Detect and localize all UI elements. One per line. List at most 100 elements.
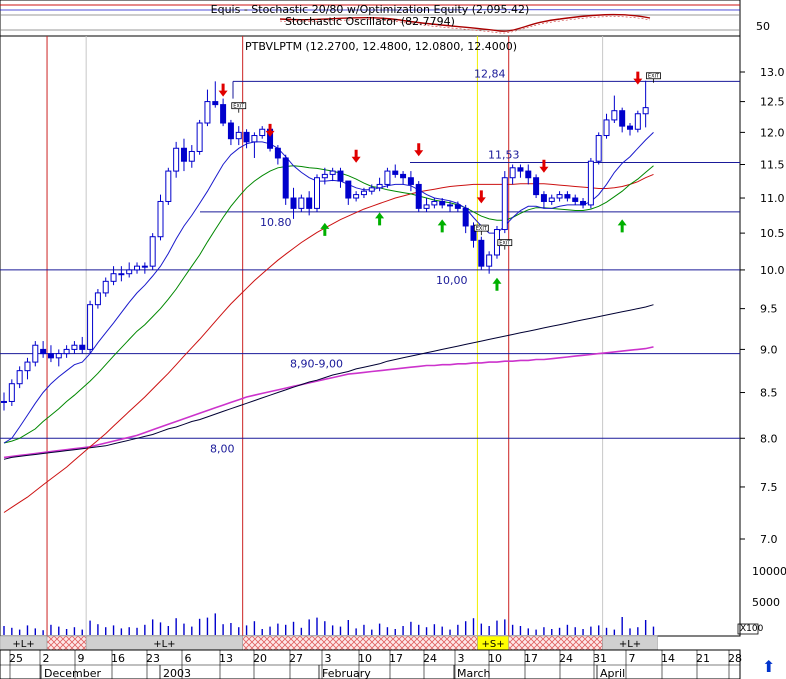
sell-arrow-shape (265, 123, 275, 137)
candle-body (110, 273, 117, 282)
candle-54 (423, 198, 430, 212)
candle-body (345, 180, 352, 199)
candle-27 (212, 81, 219, 108)
candle-24 (188, 145, 195, 168)
candle-body (47, 353, 54, 359)
sell-arrow-icon-0 (218, 83, 228, 97)
candle-body (173, 147, 180, 172)
candle-50 (392, 164, 399, 178)
candle-body (204, 101, 211, 124)
candle-body (282, 157, 289, 199)
candle-body (134, 265, 141, 271)
band-label: +L+ (153, 639, 175, 650)
band-1 (46, 635, 87, 651)
candle-48 (376, 177, 383, 192)
candle-12 (94, 289, 101, 309)
candle-20 (157, 194, 164, 241)
buy-arrow-icon-1 (375, 212, 385, 226)
candle-30 (235, 126, 242, 146)
candle-body (243, 131, 250, 143)
candle-45 (353, 191, 360, 202)
band-4: +S+ (477, 635, 510, 651)
candle-19 (149, 233, 156, 270)
candle-7 (55, 349, 62, 367)
candle-28 (220, 98, 227, 127)
candle-6 (47, 345, 54, 363)
scroll-up-arrow-icon[interactable]: ⬆ (762, 657, 775, 676)
candle-body (548, 197, 555, 202)
candle-43 (337, 167, 344, 188)
candle-body (79, 344, 86, 350)
band-label: +S+ (482, 639, 505, 650)
candle-0 (1, 392, 7, 411)
band-label: +L+ (12, 639, 34, 650)
candle-52 (407, 171, 414, 192)
day-tick-label-19: 14 (661, 652, 675, 665)
price-tick-label-2: 12.0 (760, 126, 785, 139)
candle-body (392, 170, 399, 175)
candle-body (556, 194, 563, 199)
day-tick-label-7: 20 (253, 652, 267, 665)
candle-body (627, 125, 633, 130)
sell-arrow-shape (539, 159, 549, 173)
candle-78 (611, 95, 618, 124)
month-label-2: February (322, 667, 371, 679)
candle-body (188, 150, 195, 162)
day-tick-label-12: 24 (423, 652, 437, 665)
candle-body (141, 265, 148, 268)
day-tick-label-15: 17 (524, 652, 538, 665)
price-tick-label-3: 11.5 (760, 158, 785, 171)
candle-body (376, 183, 383, 189)
day-tick-label-8: 27 (289, 652, 303, 665)
candle-1 (8, 379, 15, 406)
candle-body (157, 200, 164, 238)
month-label-1: 2003 (163, 667, 191, 679)
candle-18 (141, 262, 148, 274)
band-0: +L+ (0, 635, 48, 651)
band-rect (508, 635, 603, 651)
level-label-4: 8,90-9,00 (290, 358, 343, 371)
level-label-3: 10,00 (436, 274, 468, 287)
candle-body (533, 177, 540, 196)
sell-arrow-shape (633, 71, 643, 85)
candle-71 (556, 191, 563, 202)
sell-arrow-icon-2 (351, 149, 361, 163)
candle-5 (40, 341, 47, 358)
indicator-subtitle: Stochastic Oscillator (82.7794) (285, 15, 455, 28)
buy-arrow-shape (492, 277, 502, 291)
candle-body (259, 128, 266, 137)
position-bands: +L+ +L+ +S+ +L+ (0, 635, 658, 651)
day-tick-label-1: 2 (43, 652, 50, 665)
candle-body (384, 170, 391, 185)
candle-body (55, 353, 62, 359)
candle-body (501, 177, 508, 231)
candle-8 (63, 345, 70, 358)
buy-arrow-icon-3 (492, 277, 502, 291)
level-label-2: 10.80 (260, 216, 292, 229)
candle-32 (251, 132, 258, 158)
candle-body (32, 344, 39, 363)
day-tick-label-6: 13 (219, 652, 233, 665)
candle-69 (540, 191, 547, 209)
price-tick-label-8: 9.0 (760, 343, 778, 356)
price-tick-label-0: 13.0 (760, 66, 785, 79)
ma-long-black-line (3, 304, 654, 460)
sell-arrow-icon-5 (539, 159, 549, 173)
exit-label: EXIT (648, 74, 660, 80)
sell-arrow-icon-4 (476, 190, 486, 204)
indicator-axis-label: 50 (756, 20, 770, 33)
sell-arrow-shape (414, 143, 424, 157)
candle-body (368, 187, 375, 192)
volume-tick-label-2: X100 (740, 624, 764, 634)
price-tick-label-4: 11.0 (760, 192, 785, 205)
candle-body (71, 344, 78, 350)
exit-label: EXIT (476, 226, 488, 232)
candle-21 (165, 167, 172, 205)
candle-53 (415, 181, 422, 212)
candle-16 (126, 262, 133, 278)
candle-26 (204, 89, 211, 127)
candle-59 (462, 204, 469, 234)
candle-body (149, 236, 156, 267)
candle-23 (180, 138, 187, 172)
candle-body (126, 269, 133, 275)
